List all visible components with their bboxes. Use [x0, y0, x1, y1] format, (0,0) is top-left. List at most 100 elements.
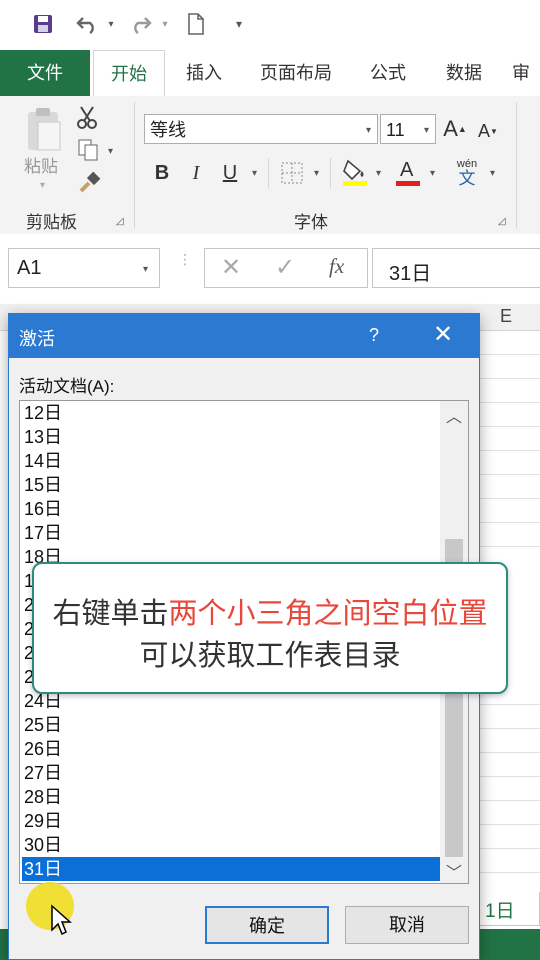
- border-icon[interactable]: [278, 158, 306, 188]
- gridline: [480, 378, 540, 379]
- scroll-up-icon[interactable]: ︿: [440, 403, 468, 426]
- gridline: [480, 704, 540, 705]
- quick-access-toolbar: ▾ ▾ ▾: [0, 0, 540, 50]
- list-item[interactable]: 27日: [22, 761, 62, 785]
- scroll-down-icon[interactable]: ﹀: [440, 859, 468, 882]
- list-item[interactable]: 29日: [22, 809, 62, 833]
- font-name-dropdown-icon[interactable]: ▾: [366, 125, 371, 136]
- new-document-icon[interactable]: [184, 10, 208, 38]
- font-size-dropdown-icon[interactable]: ▾: [424, 125, 429, 136]
- phonetic-bottom-label: 文: [458, 169, 476, 188]
- name-box[interactable]: A1 ▾: [8, 248, 160, 288]
- list-item[interactable]: 28日: [22, 785, 62, 809]
- font-launcher-icon[interactable]: ◿: [498, 216, 506, 227]
- fill-color-icon[interactable]: [340, 156, 370, 188]
- font-color-icon[interactable]: A: [394, 156, 422, 188]
- shrink-font-label: A: [478, 120, 491, 141]
- phonetic-guide-button[interactable]: wén 文: [452, 156, 482, 190]
- cut-icon[interactable]: [74, 104, 100, 130]
- list-item[interactable]: 26日: [22, 737, 62, 761]
- list-item[interactable]: 15日: [22, 473, 62, 497]
- gridline: [480, 498, 540, 499]
- name-box-dropdown-icon[interactable]: ▾: [143, 264, 148, 275]
- shrink-font-button[interactable]: A ▼: [476, 118, 500, 144]
- formula-buttons: ✕ ✓ fx: [204, 248, 368, 288]
- grow-font-label: A: [443, 116, 458, 141]
- border-dropdown-icon[interactable]: ▾: [314, 168, 319, 179]
- font-divider: [330, 158, 331, 188]
- font-group-label: 字体: [294, 213, 328, 232]
- redo-icon[interactable]: [126, 10, 156, 38]
- confirm-entry-icon[interactable]: ✓: [275, 253, 295, 282]
- group-divider: [134, 102, 135, 228]
- list-item-selected[interactable]: 31日: [22, 857, 440, 881]
- sheet-tab-label: 1日: [485, 901, 515, 922]
- format-painter-icon[interactable]: [76, 170, 102, 196]
- gridline: [480, 354, 540, 355]
- callout-line-1-a: 右键单击: [52, 598, 169, 630]
- italic-button[interactable]: I: [182, 158, 210, 188]
- list-item[interactable]: 30日: [22, 833, 62, 857]
- gridline: [480, 522, 540, 523]
- mouse-pointer-icon: [50, 904, 72, 941]
- list-item[interactable]: 12日: [22, 401, 62, 425]
- tab-insert[interactable]: 插入: [176, 50, 232, 96]
- font-size-value: 11: [386, 120, 405, 140]
- customize-icon[interactable]: ▾: [230, 10, 248, 38]
- tab-file[interactable]: 文件: [0, 50, 90, 96]
- svg-text:A: A: [400, 159, 414, 181]
- tab-page-layout[interactable]: 页面布局: [250, 50, 342, 96]
- formula-bar-grip-icon[interactable]: ⋮: [178, 252, 192, 278]
- insert-function-icon[interactable]: fx: [329, 254, 344, 279]
- copy-dropdown-icon[interactable]: ▾: [108, 146, 113, 157]
- gridline: [480, 402, 540, 403]
- tab-home[interactable]: 开始: [93, 50, 165, 98]
- formula-input[interactable]: 31日: [372, 248, 540, 288]
- help-icon[interactable]: ?: [369, 325, 379, 346]
- save-icon[interactable]: [30, 10, 56, 38]
- paste-icon[interactable]: [20, 104, 68, 154]
- font-divider: [268, 158, 269, 188]
- font-color-dropdown-icon[interactable]: ▾: [430, 168, 435, 179]
- underline-dropdown-icon[interactable]: ▾: [252, 168, 257, 179]
- undo-dropdown-icon[interactable]: ▾: [104, 10, 118, 38]
- copy-icon[interactable]: [76, 138, 100, 162]
- redo-dropdown-icon[interactable]: ▾: [158, 10, 172, 38]
- grow-font-button[interactable]: A ▲: [442, 114, 468, 144]
- tab-formulas[interactable]: 公式: [360, 50, 416, 96]
- font-name-combo[interactable]: 等线: [144, 114, 378, 144]
- paste-dropdown-icon[interactable]: ▾: [40, 180, 45, 191]
- column-header-e[interactable]: E: [500, 306, 512, 327]
- dialog-title-bar: 激活 ? ✕: [9, 314, 479, 358]
- cancel-entry-icon[interactable]: ✕: [221, 253, 241, 282]
- list-item[interactable]: 17日: [22, 521, 62, 545]
- gridline: [480, 728, 540, 729]
- sheet-tab[interactable]: 1日: [478, 892, 540, 926]
- undo-icon[interactable]: [72, 10, 102, 38]
- name-box-value: A1: [17, 257, 42, 279]
- gridline: [480, 450, 540, 451]
- callout-line-1: 右键单击两个小三角之间空白位置: [34, 590, 506, 632]
- phonetic-dropdown-icon[interactable]: ▾: [490, 168, 495, 179]
- close-icon[interactable]: ✕: [433, 320, 453, 349]
- list-item[interactable]: 25日: [22, 713, 62, 737]
- cancel-button[interactable]: 取消: [345, 906, 469, 944]
- bold-button[interactable]: B: [148, 158, 176, 188]
- gridline: [480, 474, 540, 475]
- underline-button[interactable]: U: [216, 158, 244, 188]
- clipboard-launcher-icon[interactable]: ◿: [116, 216, 124, 227]
- dialog-title: 激活: [19, 329, 55, 349]
- list-item[interactable]: 16日: [22, 497, 62, 521]
- tab-review[interactable]: 审: [512, 50, 540, 96]
- list-item[interactable]: 14日: [22, 449, 62, 473]
- ok-button[interactable]: 确定: [205, 906, 329, 944]
- font-name-value: 等线: [150, 120, 186, 140]
- callout-line-1-highlight: 两个小三角之间空白位置: [168, 598, 488, 630]
- list-label: 活动文档(A):: [19, 377, 115, 396]
- paste-label[interactable]: 粘贴: [24, 152, 58, 177]
- gridline: [480, 824, 540, 825]
- fill-color-dropdown-icon[interactable]: ▾: [376, 168, 381, 179]
- list-item[interactable]: 13日: [22, 425, 62, 449]
- clipboard-group-label: 剪贴板: [26, 213, 77, 232]
- tab-data[interactable]: 数据: [436, 50, 492, 96]
